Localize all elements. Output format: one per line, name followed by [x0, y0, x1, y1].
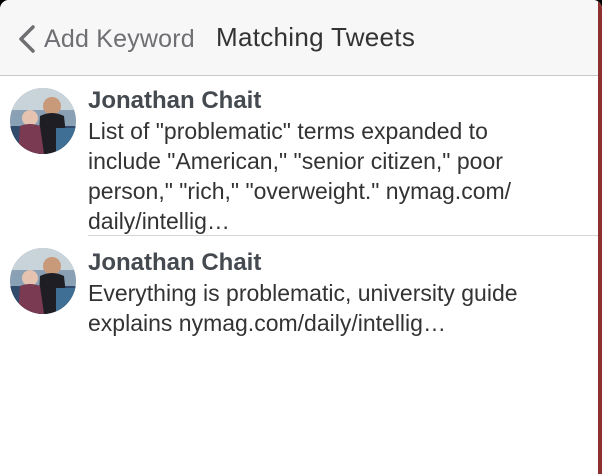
tweet-text: List of "problematic" terms expanded to … [88, 118, 512, 234]
avatar[interactable] [10, 248, 76, 314]
avatar[interactable] [10, 88, 76, 154]
tweet-author: Jonathan Chait [88, 87, 262, 114]
page-title: Matching Tweets [216, 22, 416, 52]
tweet-row[interactable]: Jonathan Chait List of "problematic" ter… [0, 76, 598, 236]
avatar-photo [10, 88, 76, 154]
window-edge [598, 0, 602, 474]
chevron-left-icon [19, 25, 35, 53]
back-button-label: Add Keyword [44, 24, 195, 53]
tweet-row[interactable]: Jonathan Chait Everything is problematic… [0, 236, 598, 338]
tweet-popover: Add Keyword Matching Tweets Jonathan Cha… [0, 0, 602, 474]
tweet-list: Jonathan Chait List of "problematic" ter… [0, 76, 598, 338]
tweet-author: Jonathan Chait [88, 249, 262, 276]
tweet-text: Everything is problematic, university gu… [88, 280, 518, 336]
back-button[interactable]: Add Keyword [16, 20, 195, 58]
avatar-photo [10, 248, 76, 314]
navigation-bar: Add Keyword Matching Tweets [0, 0, 602, 76]
